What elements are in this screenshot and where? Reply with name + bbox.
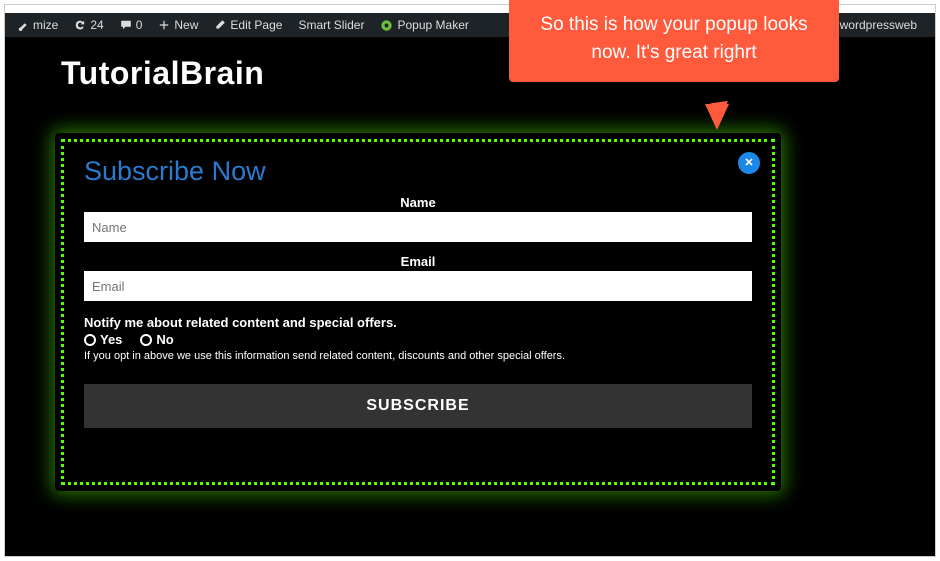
edit-page-label: Edit Page — [230, 18, 282, 32]
callout-tail-icon — [705, 104, 729, 130]
subscribe-button[interactable]: SUBSCRIBE — [84, 384, 752, 428]
refresh-icon — [74, 19, 86, 31]
close-button[interactable] — [738, 152, 760, 174]
popup-title: Subscribe Now — [84, 156, 752, 187]
popup-container: Subscribe Now Name Email Notify me about… — [61, 139, 775, 485]
radio-no[interactable]: No — [140, 332, 173, 347]
notify-heading: Notify me about related content and spec… — [84, 315, 752, 330]
popup-maker-icon — [380, 19, 393, 32]
popup-maker-link[interactable]: Popup Maker — [372, 13, 476, 37]
name-input[interactable] — [84, 212, 752, 242]
radio-icon — [140, 334, 152, 346]
updates-count: 24 — [90, 18, 103, 32]
close-icon — [744, 156, 754, 170]
radio-yes[interactable]: Yes — [84, 332, 122, 347]
comments-link[interactable]: 0 — [112, 13, 151, 37]
brush-icon — [17, 19, 29, 31]
updates-link[interactable]: 24 — [66, 13, 111, 37]
plus-icon — [158, 19, 170, 31]
name-label: Name — [84, 195, 752, 210]
customize-link[interactable]: mize — [9, 13, 66, 37]
email-label: Email — [84, 254, 752, 269]
pencil-icon — [214, 19, 226, 31]
new-content-link[interactable]: New — [150, 13, 206, 37]
comment-icon — [120, 19, 132, 31]
notify-radio-group: Yes No — [84, 332, 752, 347]
site-brand: TutorialBrain — [61, 55, 264, 92]
subscribe-popup[interactable]: Subscribe Now Name Email Notify me about… — [61, 139, 775, 485]
new-label: New — [174, 18, 198, 32]
radio-no-label: No — [156, 332, 173, 347]
page-stage: TutorialBrain Subscribe Now Name Email N… — [5, 37, 935, 556]
radio-icon — [84, 334, 96, 346]
opt-in-fine-print: If you opt in above we use this informat… — [84, 350, 752, 362]
comments-count: 0 — [136, 18, 143, 32]
annotation-callout: So this is how your popup looks now. It'… — [509, 0, 839, 82]
radio-yes-label: Yes — [100, 332, 122, 347]
customize-label: mize — [33, 18, 58, 32]
email-input[interactable] — [84, 271, 752, 301]
smart-slider-label: Smart Slider — [298, 18, 364, 32]
popup-maker-label: Popup Maker — [397, 18, 468, 32]
smart-slider-link[interactable]: Smart Slider — [290, 13, 372, 37]
callout-text: So this is how your popup looks now. It'… — [540, 14, 807, 63]
edit-page-link[interactable]: Edit Page — [206, 13, 290, 37]
